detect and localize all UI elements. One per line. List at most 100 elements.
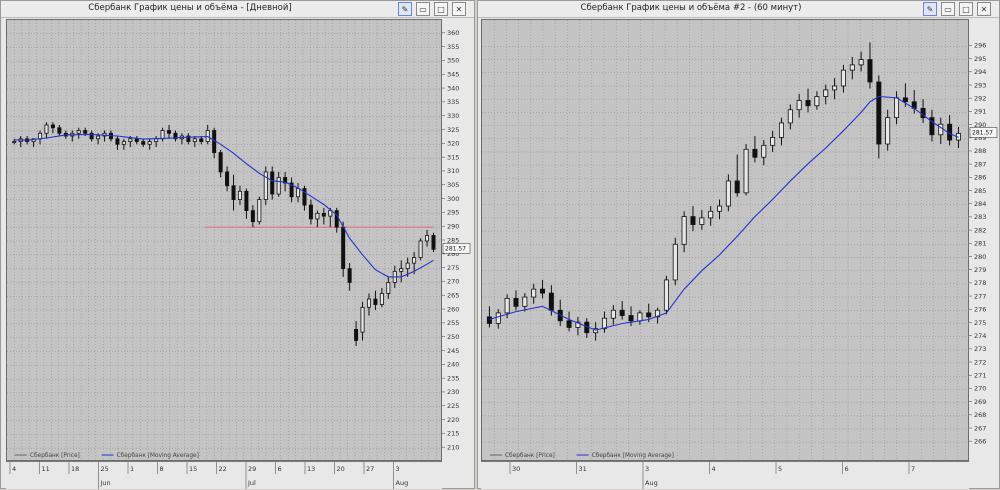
candle-body <box>418 240 423 258</box>
x-month-label: Jul <box>247 479 256 487</box>
y-tick-label: 278 <box>974 279 986 287</box>
hourly-y-axis-labels: 266 267 268 269 270 271 272 273 274 275 276 277 278 2… <box>969 42 998 446</box>
hourly-x-axis[interactable]: 30 31 3 4 5 6 7 Aug <box>481 461 969 489</box>
y-tick-label: 273 <box>974 345 986 353</box>
close-icon[interactable]: ✕ <box>452 2 466 16</box>
candle-body <box>805 100 811 107</box>
candle-body <box>44 124 49 134</box>
y-tick-label: 266 <box>974 438 986 446</box>
candle-body <box>540 288 546 294</box>
candle-body <box>38 132 43 140</box>
candle-body <box>373 298 378 305</box>
y-tick-label: 215 <box>447 430 459 438</box>
y-tick-label: 230 <box>447 388 459 396</box>
y-tick-label: 250 <box>447 333 459 341</box>
y-tick-label: 210 <box>447 443 459 451</box>
y-tick-label: 267 <box>974 424 986 432</box>
candle-body <box>270 171 275 195</box>
y-tick-label: 320 <box>447 140 459 148</box>
x-tick-label: 15 <box>189 465 197 473</box>
pin-icon[interactable]: ✎ <box>398 2 412 16</box>
y-tick-label: 315 <box>447 153 459 161</box>
candle-body <box>867 59 873 83</box>
y-tick-label: 280 <box>974 253 986 261</box>
maximize-icon[interactable]: □ <box>959 2 973 16</box>
hourly-plot-area[interactable]: Сбербанк [Price] Сбербанк [Moving Average… <box>481 19 970 462</box>
x-tick-label: 22 <box>219 465 227 473</box>
daily-y-axis[interactable]: 210 215 220 225 230 235 240 245 250 255 260 265 270 2… <box>442 19 472 461</box>
pin-icon[interactable]: ✎ <box>923 2 937 16</box>
y-tick-label: 283 <box>974 213 986 221</box>
y-tick-label: 355 <box>447 43 459 51</box>
candle-body <box>752 148 758 158</box>
x-tick-label: 4 <box>12 465 16 473</box>
daily-x-axis[interactable]: 4 11 18 25 1 8 15 22 29 6 13 20 27 3 Jun Jul Aug <box>6 461 442 489</box>
candle-body <box>531 288 537 298</box>
legend: Сбербанк [Price] Сбербанк [Moving Average… <box>490 453 674 459</box>
y-tick-label: 240 <box>447 361 459 369</box>
candle-body <box>386 282 391 294</box>
x-tick-label: 11 <box>42 465 50 473</box>
minimize-icon[interactable]: ▭ <box>941 2 955 16</box>
candle-body <box>160 130 165 140</box>
candle-body <box>308 204 313 220</box>
candle-body <box>231 185 236 200</box>
candle-body <box>770 137 776 146</box>
daily-chart-window: Сбербанк График цены и объёма - [Дневной… <box>0 0 475 489</box>
close-icon[interactable]: ✕ <box>977 2 991 16</box>
y-tick-label: 275 <box>447 264 459 272</box>
y-tick-label: 294 <box>974 68 986 76</box>
x-tick-label: 6 <box>278 465 282 473</box>
y-tick-label: 295 <box>447 209 459 217</box>
maximize-icon[interactable]: □ <box>434 2 448 16</box>
legend-label: Сбербанк [Price] <box>505 453 555 459</box>
candle-body <box>486 316 492 324</box>
x-tick-label: 18 <box>71 465 79 473</box>
candle-body <box>672 243 678 281</box>
candle-body <box>218 152 223 173</box>
candle-body <box>141 141 146 145</box>
candle-body <box>399 268 404 272</box>
candle-body <box>205 130 210 142</box>
y-tick-label: 255 <box>447 319 459 327</box>
hourly-title-bar[interactable]: Сбербанк График цены и объёма #2 - (60 м… <box>478 1 999 18</box>
candle-body <box>341 226 346 270</box>
y-tick-label: 286 <box>974 174 986 182</box>
y-tick-label: 265 <box>447 292 459 300</box>
last-price-label: 281.57 <box>972 129 993 136</box>
y-tick-label: 340 <box>447 84 459 92</box>
y-tick-label: 288 <box>974 147 986 155</box>
y-tick-label: 287 <box>974 160 986 168</box>
candle-body <box>12 141 17 143</box>
x-tick-label: 31 <box>579 465 587 473</box>
candle-body <box>885 117 891 145</box>
y-tick-label: 345 <box>447 71 459 79</box>
hourly-window-title: Сбербанк График цены и объёма #2 - (60 м… <box>580 3 802 13</box>
candle-body <box>814 96 820 107</box>
candle-body <box>725 180 731 207</box>
daily-plot-area[interactable]: Сбербанк [Price] Сбербанк [Moving Average… <box>6 19 443 462</box>
candle-body <box>894 97 900 119</box>
y-tick-label: 235 <box>447 374 459 382</box>
grid-lines <box>7 20 443 462</box>
minimize-icon[interactable]: ▭ <box>416 2 430 16</box>
y-tick-label: 295 <box>974 55 986 63</box>
hourly-y-axis[interactable]: 266 267 268 269 270 271 272 273 274 275 276 277 278 2… <box>969 19 999 461</box>
candle-body <box>681 216 687 245</box>
candle-body <box>192 138 197 142</box>
y-tick-label: 285 <box>974 187 986 195</box>
y-tick-label: 290 <box>447 222 459 230</box>
candle-body <box>761 144 767 158</box>
last-price-label: 281.57 <box>445 245 466 252</box>
y-tick-label: 305 <box>447 181 459 189</box>
x-tick-label: 6 <box>845 465 849 473</box>
x-month-label: Aug <box>396 479 409 487</box>
y-tick-label: 293 <box>974 81 986 89</box>
grid-lines <box>482 20 970 462</box>
daily-title-bar[interactable]: Сбербанк График цены и объёма - [Дневной… <box>1 1 474 18</box>
moving-average-line <box>14 133 434 278</box>
legend-label: Сбербанк [Price] <box>30 453 80 459</box>
y-tick-label: 296 <box>974 42 986 50</box>
candle-body <box>876 81 882 145</box>
y-tick-label: 335 <box>447 98 459 106</box>
